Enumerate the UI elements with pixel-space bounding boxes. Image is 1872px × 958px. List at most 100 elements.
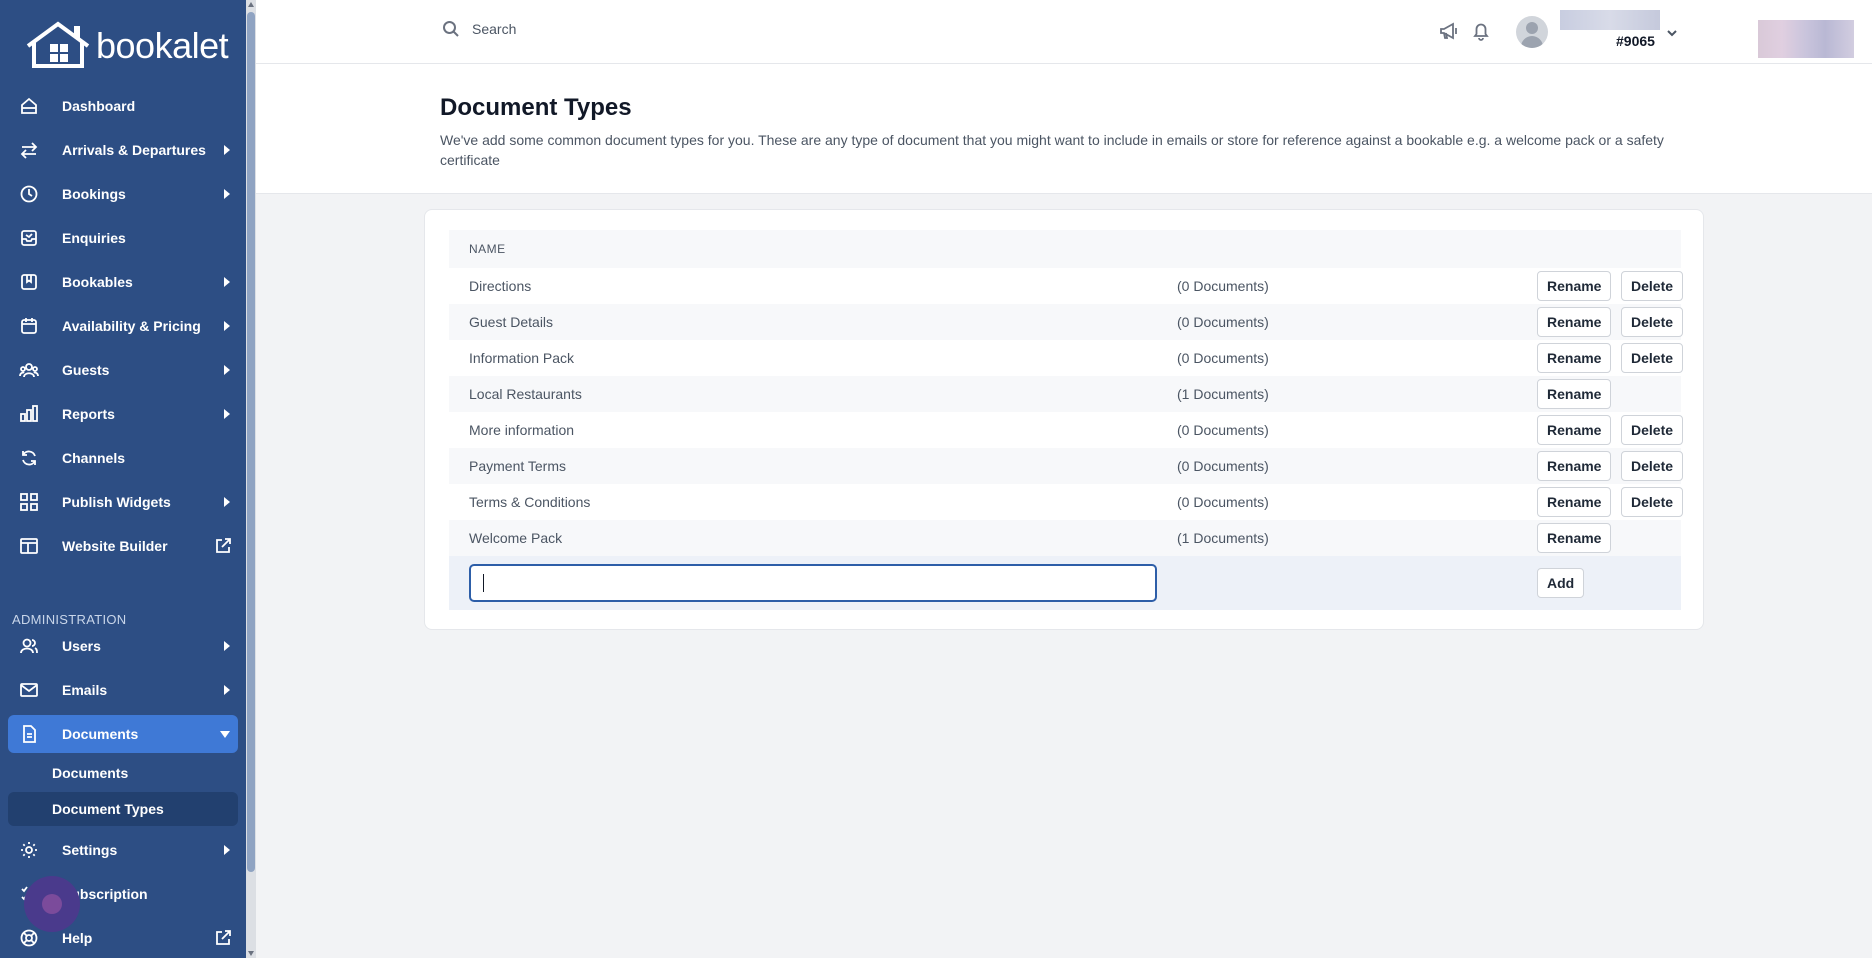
megaphone-icon[interactable]: [1438, 20, 1462, 44]
expand-arrow-icon: [224, 845, 230, 855]
users-group-icon: [18, 359, 40, 381]
user-account-id: #9065: [1616, 33, 1655, 49]
bookalet-logo[interactable]: bookalet: [24, 16, 229, 76]
add-document-type-row: Add: [449, 556, 1681, 610]
house-icon: [18, 95, 40, 117]
delete-button[interactable]: Delete: [1621, 451, 1684, 481]
delete-button[interactable]: Delete: [1621, 271, 1684, 301]
scroll-down-arrow-icon[interactable]: [248, 951, 254, 956]
scroll-up-arrow-icon[interactable]: [248, 2, 254, 7]
grid-icon: [18, 491, 40, 513]
sidebar-item-enquiries[interactable]: Enquiries: [8, 219, 238, 257]
sidebar-item-bookables[interactable]: Bookables: [8, 263, 238, 301]
sidebar-item-label: Bookings: [62, 186, 126, 202]
brand-name: bookalet: [96, 25, 229, 66]
sidebar-item-dashboard[interactable]: Dashboard: [8, 87, 238, 125]
expand-arrow-icon: [224, 277, 230, 287]
expand-arrow-icon: [224, 145, 230, 155]
sidebar-subitem-documents[interactable]: Documents: [8, 756, 238, 790]
arrows-swap-icon: [18, 139, 40, 161]
lifebuoy-icon: [18, 927, 40, 949]
page-header: Document Types We've add some common doc…: [256, 64, 1872, 194]
sidebar-item-label: Availability & Pricing: [62, 318, 201, 334]
document-type-name: More information: [469, 422, 575, 438]
document-count: (0 Documents): [1177, 458, 1269, 474]
rename-button[interactable]: Rename: [1537, 343, 1612, 373]
search-icon: [443, 21, 459, 37]
sidebar-item-arrivals-departures[interactable]: Arrivals & Departures: [8, 131, 238, 169]
sidebar-item-bookings[interactable]: Bookings: [8, 175, 238, 213]
add-button[interactable]: Add: [1537, 568, 1585, 598]
sidebar-item-label: Website Builder: [62, 538, 168, 554]
top-bar: #9065: [256, 0, 1872, 64]
house-logo-icon: [26, 21, 90, 68]
sidebar-item-reports[interactable]: Reports: [8, 395, 238, 433]
sidebar-item-label: Enquiries: [62, 230, 126, 246]
sidebar-item-documents[interactable]: Documents: [8, 715, 238, 753]
bell-icon[interactable]: [1470, 20, 1494, 44]
page-title: Document Types: [440, 94, 632, 121]
expand-arrow-icon: [224, 321, 230, 331]
clock-icon: [18, 183, 40, 205]
document-type-name: Welcome Pack: [469, 530, 563, 546]
delete-button[interactable]: Delete: [1621, 343, 1684, 373]
table-row: Terms & Conditions (0 Documents) Rename …: [449, 484, 1684, 520]
rename-button[interactable]: Rename: [1537, 451, 1612, 481]
document-icon: [18, 723, 40, 745]
layout-icon: [18, 535, 40, 557]
sidebar-item-label: Bookables: [62, 274, 133, 290]
document-count: (0 Documents): [1177, 422, 1269, 438]
bar-chart-icon: [18, 403, 40, 425]
sidebar-item-users[interactable]: Users: [8, 627, 238, 665]
external-link-icon: [214, 929, 232, 947]
search-bar[interactable]: [442, 20, 772, 38]
scrollbar-thumb[interactable]: [247, 12, 255, 872]
sidebar-item-availability-pricing[interactable]: Availability & Pricing: [8, 307, 238, 345]
sidebar-item-channels[interactable]: Channels: [8, 439, 238, 477]
rename-button[interactable]: Rename: [1537, 307, 1612, 337]
table-row: Information Pack (0 Documents) Rename De…: [449, 340, 1684, 376]
table-row: Directions (0 Documents) Rename Delete: [449, 268, 1684, 304]
document-type-name: Guest Details: [469, 314, 554, 330]
sidebar-item-publish-widgets[interactable]: Publish Widgets: [8, 483, 238, 521]
avatar[interactable]: [1516, 16, 1548, 48]
sidebar-scrollbar[interactable]: [246, 0, 256, 958]
sidebar-item-label: Publish Widgets: [62, 494, 171, 510]
document-count: (1 Documents): [1177, 386, 1269, 402]
rename-button[interactable]: Rename: [1537, 415, 1612, 445]
users-icon: [18, 635, 40, 657]
chat-widget-button[interactable]: [24, 876, 80, 932]
sidebar-item-website-builder[interactable]: Website Builder: [8, 527, 238, 565]
sidebar-item-label: Settings: [62, 842, 118, 858]
sidebar-item-label: Emails: [62, 682, 108, 698]
document-count: (0 Documents): [1177, 350, 1269, 366]
document-type-name: Payment Terms: [469, 458, 566, 474]
delete-button[interactable]: Delete: [1621, 415, 1684, 445]
sidebar-item-label: Documents: [62, 726, 139, 742]
document-type-name: Directions: [469, 278, 532, 294]
rename-button[interactable]: Rename: [1537, 271, 1612, 301]
collapse-arrow-icon: [220, 731, 230, 738]
sidebar-item-label: Reports: [62, 406, 115, 422]
new-document-type-input[interactable]: [469, 564, 1157, 602]
rename-button[interactable]: Rename: [1537, 523, 1612, 553]
document-count: (1 Documents): [1177, 530, 1269, 546]
sidebar: bookalet Dashboard Arrivals & Departures…: [0, 0, 256, 958]
chevron-down-icon[interactable]: [1666, 26, 1677, 37]
delete-button[interactable]: Delete: [1621, 307, 1684, 337]
sidebar-item-guests[interactable]: Guests: [8, 351, 238, 389]
bookmark-book-icon: [18, 271, 40, 293]
inbox-icon: [18, 227, 40, 249]
sidebar-subitem-document-types[interactable]: Document Types: [8, 792, 238, 826]
search-input[interactable]: [472, 21, 772, 37]
rename-button[interactable]: Rename: [1537, 487, 1612, 517]
sidebar-item-label: Help: [62, 930, 93, 946]
document-count: (0 Documents): [1177, 314, 1269, 330]
sidebar-item-settings[interactable]: Settings: [8, 831, 238, 869]
delete-button[interactable]: Delete: [1621, 487, 1684, 517]
user-name-redacted: [1560, 10, 1660, 30]
rename-button[interactable]: Rename: [1537, 379, 1612, 409]
company-logo-redacted: [1758, 20, 1854, 58]
refresh-icon: [18, 447, 40, 469]
sidebar-item-emails[interactable]: Emails: [8, 671, 238, 709]
